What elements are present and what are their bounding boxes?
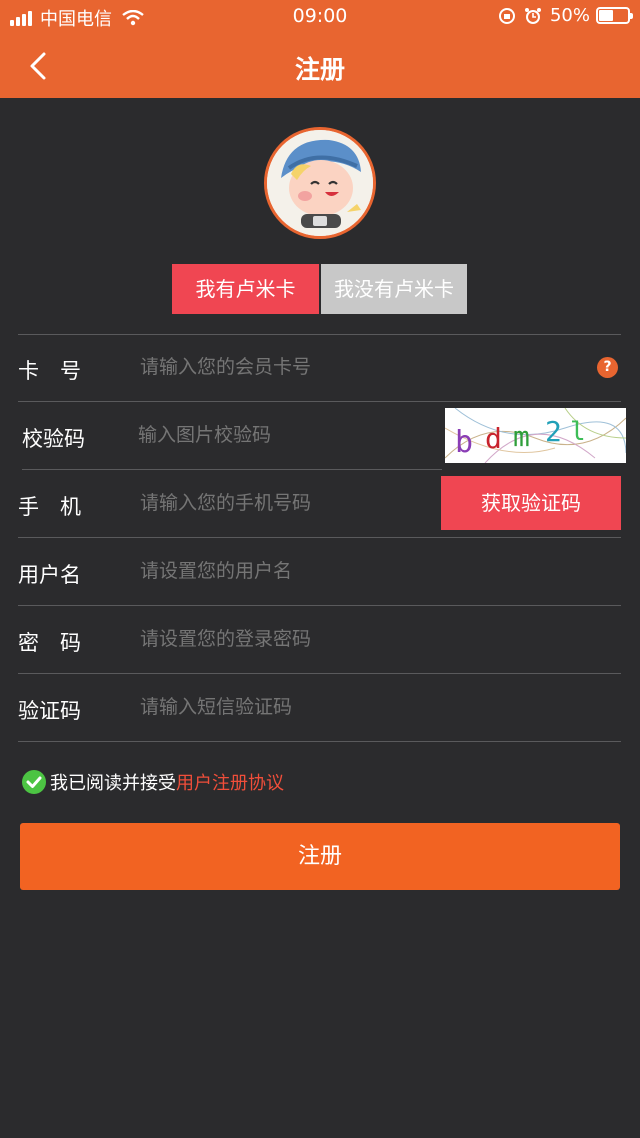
username-label: 用户名 [18,563,81,587]
divider [18,673,621,674]
divider [18,605,621,606]
agreement-row: 我已阅读并接受 用户注册协议 [22,769,284,795]
get-code-button[interactable]: 获取验证码 [441,476,621,530]
card-no-input[interactable] [140,356,430,378]
phone-label: 手 机 [18,495,81,519]
svg-text:b: b [455,425,473,460]
captcha-image[interactable]: b d m 2 l [445,408,626,463]
battery-icon [596,7,633,24]
checkmark-icon [26,776,42,788]
svg-text:2: 2 [545,415,562,448]
sms-code-input[interactable] [140,696,430,718]
divider [18,537,621,538]
username-input[interactable] [140,560,430,582]
card-no-label: 卡 号 [18,359,81,383]
rotation-lock-icon [498,7,515,24]
svg-text:l: l [570,417,586,447]
checkbox-checked-icon[interactable] [22,770,46,794]
nav-bar: 注册 [0,34,640,98]
divider [18,334,621,335]
svg-text:m: m [513,420,530,453]
tab-have-card[interactable]: 我有卢米卡 [172,264,319,314]
divider [22,469,442,470]
mascot-image [267,130,373,236]
phone-input[interactable] [140,492,430,514]
register-button[interactable]: 注册 [20,823,620,890]
battery-percent: 50% [549,5,590,26]
alarm-icon [524,7,541,24]
divider [18,741,621,742]
captcha-label: 校验码 [22,427,85,451]
question-icon[interactable]: ? [597,357,618,378]
status-right: 50% [498,5,633,26]
agreement-link[interactable]: 用户注册协议 [176,769,284,795]
captcha-input[interactable] [138,424,428,446]
captcha-graphic: b d m 2 l [445,408,626,463]
tab-no-card[interactable]: 我没有卢米卡 [321,264,467,314]
agreement-text: 我已阅读并接受 [50,773,176,794]
password-input[interactable] [140,628,430,650]
register-page: 中国电信 09:00 50% 注册 我有卢米卡 我没有卢米卡 卡 号 请输入您的… [0,0,640,1138]
avatar [264,127,376,239]
status-bar: 中国电信 09:00 50% [0,0,640,34]
divider [18,401,621,402]
password-label: 密 码 [18,631,81,655]
top-bar: 中国电信 09:00 50% 注册 [0,0,640,98]
page-title: 注册 [294,55,345,84]
battery-fill [599,10,613,21]
svg-text:d: d [485,422,502,455]
sms-code-label: 验证码 [18,699,81,723]
